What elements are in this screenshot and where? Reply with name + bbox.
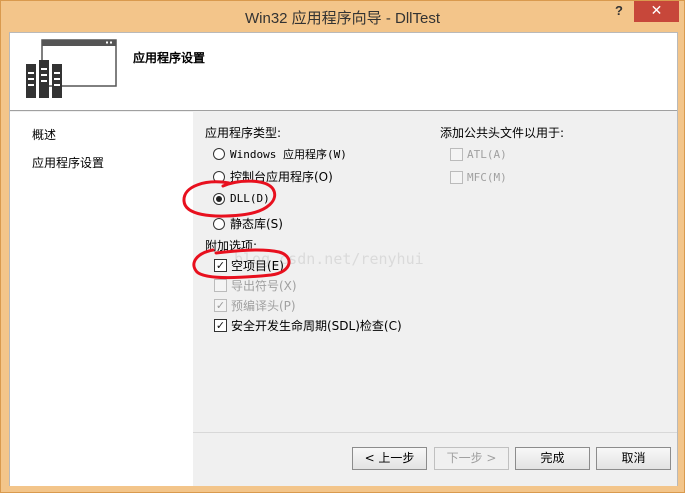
checkbox-sdl-checks[interactable]: 安全开发生命周期(SDL)检查(C) <box>214 317 402 334</box>
radio-circle[interactable] <box>213 170 225 183</box>
window-title: Win32 应用程序向导 - DllTest <box>244 10 441 27</box>
nav-item-app-settings[interactable]: 应用程序设置 <box>32 154 104 171</box>
wizard-nav: 概述 应用程序设置 <box>10 112 193 486</box>
radio-static-lib[interactable]: 静态库(S) <box>213 215 283 232</box>
wizard-header: 应用程序设置 <box>10 33 677 111</box>
cancel-button[interactable]: 取消 <box>596 447 671 470</box>
app-type-heading: 应用程序类型: <box>205 126 282 140</box>
button-bar: < 上一步 下一步 > 完成 取消 <box>193 432 677 486</box>
finish-button[interactable]: 完成 <box>515 447 590 470</box>
checkbox-box <box>214 279 227 292</box>
checkbox-box <box>450 148 463 161</box>
checkbox-export-symbols: 导出符号(X) <box>214 277 297 294</box>
prev-button[interactable]: < 上一步 <box>352 447 427 470</box>
radio-windows-app[interactable]: Windows 应用程序(W) <box>213 146 347 162</box>
close-button[interactable]: ✕ <box>634 1 679 22</box>
radio-circle[interactable] <box>213 148 225 160</box>
settings-panel: 应用程序类型: Windows 应用程序(W) 控制台应用程序(O) DLL(D… <box>193 112 677 432</box>
checkbox-precompiled-header: 预编译头(P) <box>214 297 296 314</box>
wizard-window: Win32 应用程序向导 - DllTest ? ✕ 应用程序设置 概述 应用程… <box>0 0 685 493</box>
watermark-text: blog.csdn.net/renyhui <box>234 250 424 268</box>
page-title: 应用程序设置 <box>133 51 206 65</box>
nav-item-overview[interactable]: 概述 <box>32 126 56 143</box>
wizard-banner-icon <box>26 39 117 98</box>
radio-dll[interactable]: DLL(D) <box>213 192 270 205</box>
checkbox-box <box>214 299 227 312</box>
checkbox-atl: ATL(A) <box>450 148 507 161</box>
checkbox-box <box>450 171 463 184</box>
help-button[interactable]: ? <box>606 3 632 23</box>
title-bar[interactable]: Win32 应用程序向导 - DllTest ? ✕ <box>1 1 684 32</box>
common-headers-heading: 添加公共头文件以用于: <box>440 126 565 140</box>
radio-circle[interactable] <box>213 217 225 230</box>
checkbox-mfc: MFC(M) <box>450 171 507 184</box>
next-button: 下一步 > <box>434 447 509 470</box>
checkbox-box[interactable] <box>214 259 227 272</box>
checkbox-box[interactable] <box>214 319 227 332</box>
radio-console-app[interactable]: 控制台应用程序(O) <box>213 168 333 185</box>
radio-circle[interactable] <box>213 192 225 205</box>
